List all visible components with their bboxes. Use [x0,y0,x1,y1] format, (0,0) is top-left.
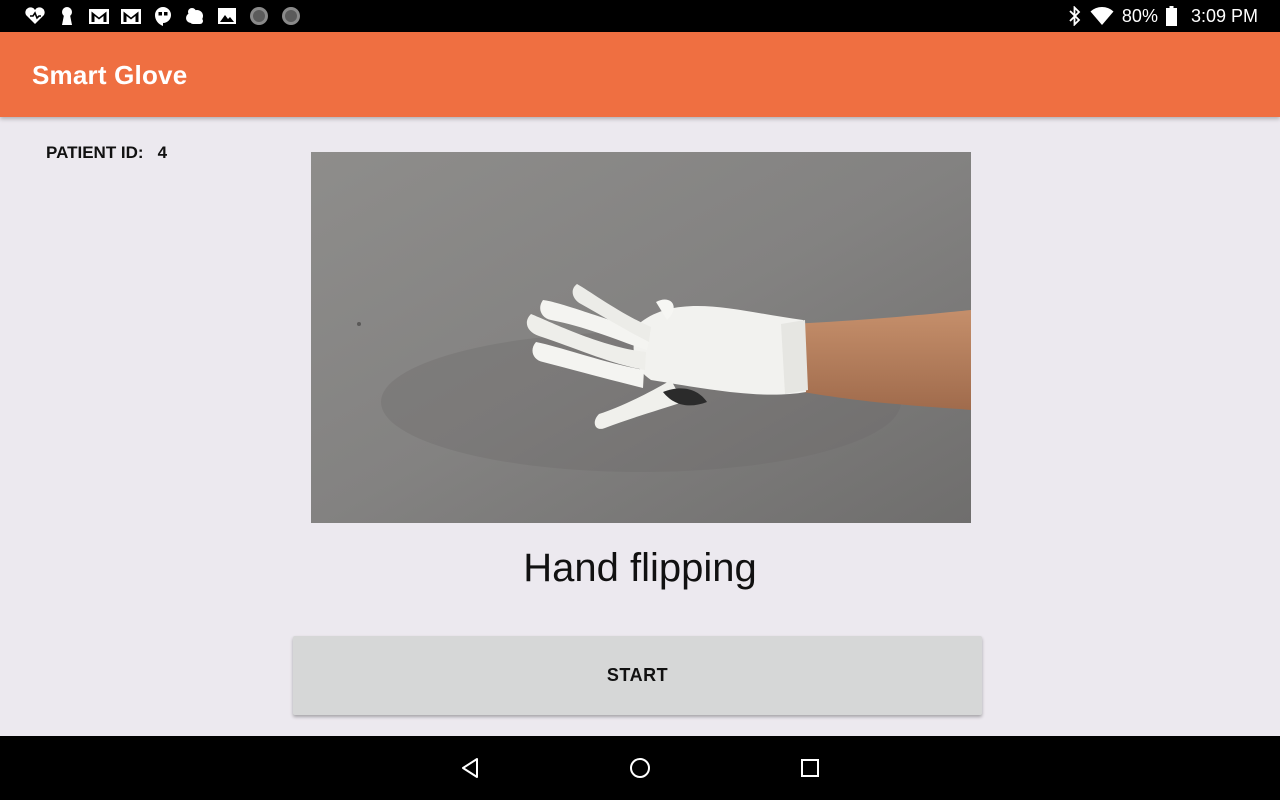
home-icon[interactable] [628,756,652,780]
weather-icon [186,8,203,24]
gallery-icon [218,8,236,24]
dot-icon [282,7,300,25]
battery-icon [1165,6,1177,26]
keyhole-icon [62,7,72,25]
notification-icons [24,5,302,27]
glove-illustration [311,152,971,523]
patient-id: PATIENT ID: 4 [46,143,167,163]
app-bar: Smart Glove [0,32,1280,117]
gmail-icon [89,9,109,24]
system-status: 80% 3:09 PM [1068,0,1258,32]
back-icon[interactable] [458,756,482,780]
gmail-icon [121,9,141,24]
heart-app-icon [25,7,45,24]
exercise-name: Hand flipping [523,546,757,590]
status-bar: 80% 3:09 PM [0,0,1280,32]
hangouts-icon [155,7,171,26]
bluetooth-icon [1069,6,1081,26]
battery-percent: 80% [1121,5,1158,26]
wifi-icon [1090,7,1114,25]
app-title: Smart Glove [32,60,188,90]
patient-id-value: 4 [157,143,168,162]
exercise-image [311,152,971,523]
clock: 3:09 PM [1190,5,1258,26]
navigation-bar [0,736,1280,800]
dot-icon [250,7,268,25]
patient-id-label: PATIENT ID: [46,143,144,162]
recents-icon[interactable] [798,756,822,780]
start-button[interactable]: START [293,636,982,715]
